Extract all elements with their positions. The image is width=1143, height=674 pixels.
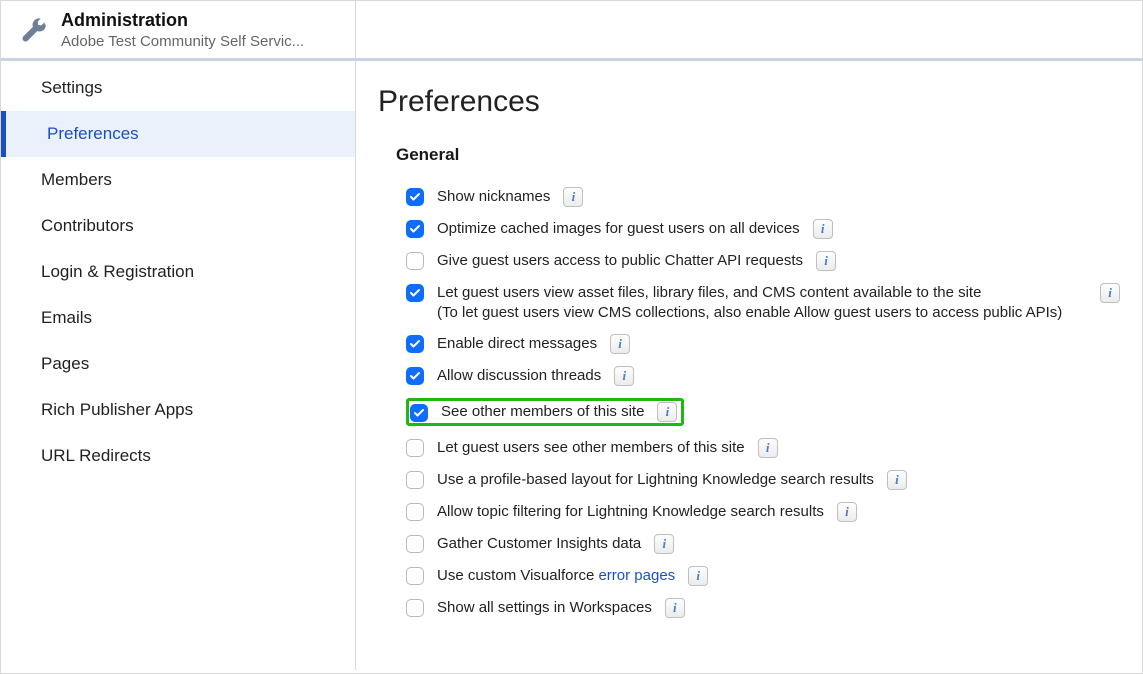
option-row: Let guest users see other members of thi… (406, 432, 1120, 464)
wrench-icon (19, 16, 47, 44)
info-icon[interactable]: i (688, 566, 708, 586)
sidebar-item-emails[interactable]: Emails (1, 295, 355, 341)
option-row: See other members of this site i (406, 392, 1120, 432)
highlight-box: See other members of this site i (406, 398, 684, 426)
sidebar-item-members[interactable]: Members (1, 157, 355, 203)
option-row: Optimize cached images for guest users o… (406, 213, 1120, 245)
option-row: Give guest users access to public Chatte… (406, 245, 1120, 277)
option-row: Show all settings in Workspaces i (406, 592, 1120, 624)
info-icon[interactable]: i (614, 366, 634, 386)
sidebar-item-url-redirects[interactable]: URL Redirects (1, 433, 355, 479)
info-icon[interactable]: i (1100, 283, 1120, 303)
checkbox[interactable] (406, 503, 424, 521)
option-label: Use a profile-based layout for Lightning… (437, 470, 874, 490)
sidebar-item-label: Members (41, 170, 112, 189)
info-icon[interactable]: i (563, 187, 583, 207)
option-label: Gather Customer Insights data (437, 534, 641, 554)
option-label: Show nicknames (437, 187, 550, 207)
option-label: Let guest users view asset files, librar… (437, 283, 1062, 322)
checkbox[interactable] (406, 439, 424, 457)
checkbox[interactable] (406, 220, 424, 238)
option-row: Allow topic filtering for Lightning Know… (406, 496, 1120, 528)
sidebar: Settings Preferences Members Contributors Lo… (1, 61, 356, 670)
checkbox[interactable] (406, 471, 424, 489)
checkbox[interactable] (406, 567, 424, 585)
sidebar-item-label: Login & Registration (41, 262, 194, 281)
sidebar-item-contributors[interactable]: Contributors (1, 203, 355, 249)
checkbox[interactable] (406, 284, 424, 302)
option-label: Optimize cached images for guest users o… (437, 219, 800, 239)
option-link[interactable]: error pages (598, 567, 675, 584)
info-icon[interactable]: i (813, 219, 833, 239)
option-row: Use custom Visualforce error pages i (406, 560, 1120, 592)
checkbox[interactable] (406, 535, 424, 553)
option-row: Enable direct messages i (406, 328, 1120, 360)
info-icon[interactable]: i (816, 251, 836, 271)
checkbox[interactable] (406, 335, 424, 353)
sidebar-item-label: URL Redirects (41, 446, 151, 465)
option-row: Gather Customer Insights data i (406, 528, 1120, 560)
checkbox[interactable] (406, 252, 424, 270)
header-title: Administration (61, 10, 304, 31)
page-title: Preferences (378, 85, 1120, 119)
sidebar-item-label: Rich Publisher Apps (41, 400, 193, 419)
sidebar-item-label: Preferences (47, 124, 139, 143)
option-body: Let guest users view asset files, librar… (437, 283, 1120, 322)
option-row: Show nicknames i (406, 181, 1120, 213)
header-subtitle: Adobe Test Community Self Servic... (61, 33, 304, 50)
option-label: Allow topic filtering for Lightning Know… (437, 502, 824, 522)
option-label: Give guest users access to public Chatte… (437, 251, 803, 271)
sidebar-item-settings[interactable]: Settings (1, 65, 355, 111)
header: Administration Adobe Test Community Self… (1, 1, 1142, 61)
info-icon[interactable]: i (610, 334, 630, 354)
option-sublabel: (To let guest users view CMS collections… (437, 303, 1062, 323)
section-title: General (396, 145, 1120, 165)
sidebar-item-label: Settings (41, 78, 102, 97)
info-icon[interactable]: i (665, 598, 685, 618)
option-label: Let guest users see other members of thi… (437, 438, 745, 458)
header-left: Administration Adobe Test Community Self… (1, 1, 356, 58)
sidebar-item-label: Contributors (41, 216, 134, 235)
option-label: Allow discussion threads (437, 366, 601, 386)
info-icon[interactable]: i (837, 502, 857, 522)
sidebar-item-label: Pages (41, 354, 89, 373)
option-label: Show all settings in Workspaces (437, 598, 652, 618)
sidebar-item-label: Emails (41, 308, 92, 327)
info-icon[interactable]: i (657, 402, 677, 422)
sidebar-item-rich-publisher-apps[interactable]: Rich Publisher Apps (1, 387, 355, 433)
sidebar-item-pages[interactable]: Pages (1, 341, 355, 387)
checkbox[interactable] (410, 404, 428, 422)
option-row: Let guest users view asset files, librar… (406, 277, 1120, 328)
checkbox[interactable] (406, 188, 424, 206)
info-icon[interactable]: i (758, 438, 778, 458)
sidebar-item-preferences[interactable]: Preferences (1, 111, 355, 157)
sidebar-item-login-registration[interactable]: Login & Registration (1, 249, 355, 295)
option-label: Enable direct messages (437, 334, 597, 354)
options-list: Show nicknames i Optimize cached images fo… (406, 181, 1120, 624)
checkbox[interactable] (406, 599, 424, 617)
option-row: Use a profile-based layout for Lightning… (406, 464, 1120, 496)
option-label: Use custom Visualforce error pages (437, 566, 675, 586)
info-icon[interactable]: i (654, 534, 674, 554)
info-icon[interactable]: i (887, 470, 907, 490)
option-row: Allow discussion threads i (406, 360, 1120, 392)
option-label: See other members of this site (441, 402, 644, 422)
checkbox[interactable] (406, 367, 424, 385)
main-content: Preferences General Show nicknames i Optim… (356, 61, 1142, 670)
